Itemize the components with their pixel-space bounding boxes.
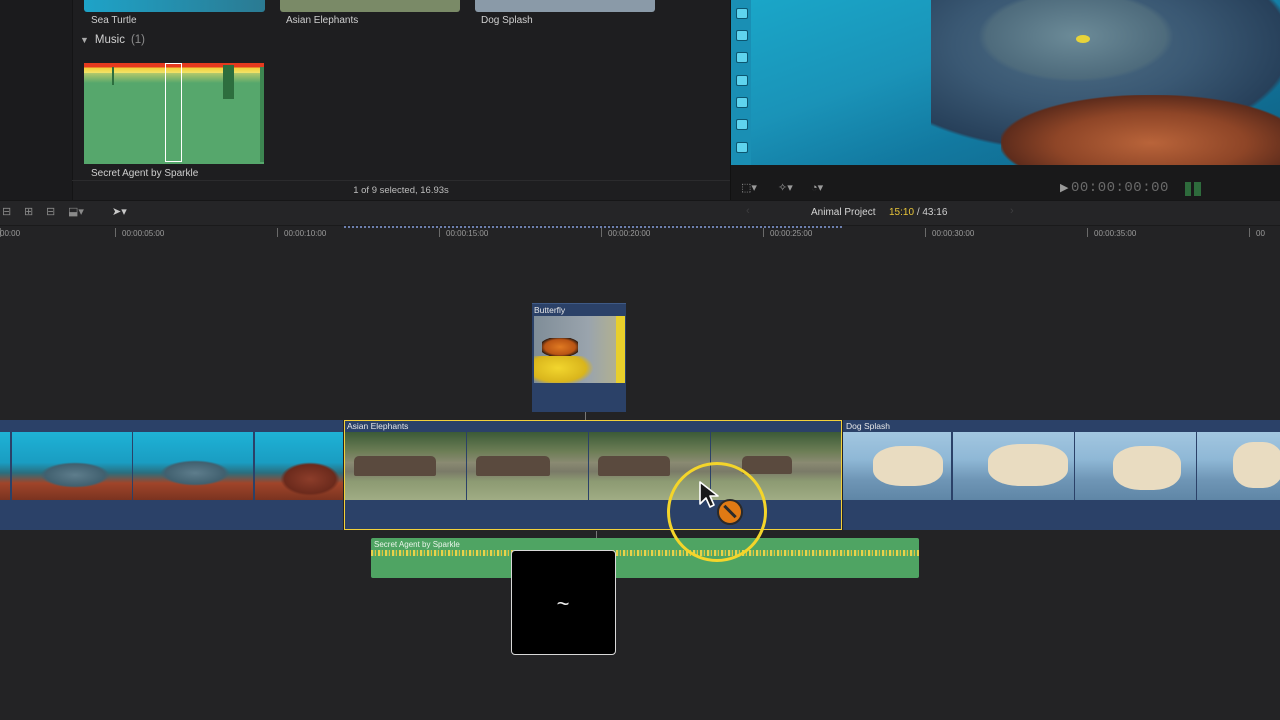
speed-icon[interactable]: ◔▾ — [811, 181, 823, 194]
turtle-head-shape — [961, 0, 1191, 90]
clip-title-butterfly: Butterfly — [534, 305, 566, 315]
ruler-tick — [277, 228, 278, 237]
waveform-spike — [112, 67, 114, 85]
music-section-count: (1) — [130, 34, 146, 46]
dog-shape — [1233, 442, 1280, 488]
ruler-tick — [601, 228, 602, 237]
music-section-label: Music — [94, 34, 125, 46]
connected-clip-butterfly[interactable]: Butterfly — [532, 303, 626, 412]
film-perforation — [736, 119, 748, 130]
drag-preview-popup: ~ — [511, 550, 616, 655]
enhance-icon[interactable]: ✧▾ — [778, 181, 793, 194]
connection-marker — [596, 531, 597, 538]
turtle-shape — [40, 462, 110, 488]
clip-frame — [0, 432, 10, 500]
ruler-label: 00:00:20:00 — [608, 229, 651, 238]
ruler-label: 00:00:35:00 — [1094, 229, 1137, 238]
audio-clip-secret-agent[interactable]: Secret Agent by Sparkle — [371, 538, 919, 578]
connection-marker — [585, 412, 586, 420]
film-perforation — [736, 8, 748, 19]
play-icon[interactable]: ▶ — [1060, 181, 1068, 194]
project-duration: 15:10 / 43:16 — [889, 207, 947, 218]
dog-shape — [988, 444, 1068, 486]
transform-icon[interactable]: ⬚▾ — [741, 181, 757, 194]
connect-clip-icon[interactable]: ⊟ — [2, 205, 11, 218]
total-time: / 43:16 — [916, 207, 948, 218]
append-clip-icon[interactable]: ⊟ — [46, 205, 55, 218]
coral-reef-shape — [1001, 95, 1280, 165]
ruler-label: 00:00:15:00 — [446, 229, 489, 238]
ruler-label: 00:00:05:00 — [122, 229, 165, 238]
ruler-label: 00:00:10:00 — [284, 229, 327, 238]
disclosure-triangle-icon[interactable]: ▼ — [80, 35, 89, 45]
viewer: ⬚▾ ✧▾ ◔▾ ▶ 00:00:00:00 — [730, 0, 1280, 200]
flowers-shape — [534, 356, 594, 383]
select-tool-icon[interactable]: ➤▾ — [112, 205, 127, 218]
waveform-spike — [223, 65, 234, 99]
primary-clip-dog-splash[interactable]: Dog Splash — [843, 420, 1280, 530]
current-time: 15:10 — [889, 207, 915, 218]
ruler-label: 00:00:25:00 — [770, 229, 813, 238]
ruler-label: 00:00 — [0, 229, 21, 238]
drag-preview-glyph: ~ — [556, 591, 570, 616]
timeline-toolbar — [0, 200, 1280, 226]
ruler-tick — [925, 228, 926, 237]
dog-shape — [1113, 446, 1181, 490]
ruler-tick — [1249, 228, 1250, 237]
waveform-spike — [260, 67, 264, 162]
viewer-filmstrip — [731, 0, 751, 165]
viewer-timecode: 00:00:00:00 — [1071, 180, 1169, 196]
clip-label-sea-turtle: Sea Turtle — [91, 15, 137, 26]
selection-range-indicator — [344, 226, 842, 230]
primary-clip-sea-turtle[interactable] — [0, 420, 343, 530]
clip-label-dog-splash: Dog Splash — [481, 15, 533, 26]
insert-clip-icon[interactable]: ⊞ — [24, 205, 33, 218]
ruler-tick — [439, 228, 440, 237]
film-perforation — [736, 52, 748, 63]
overwrite-clip-icon[interactable]: ⬓▾ — [68, 205, 84, 218]
music-section-header[interactable]: ▼ Music (1) — [80, 34, 145, 46]
clip-thumb-asian-elephants[interactable] — [280, 0, 460, 12]
audio-meter-icon — [1185, 182, 1201, 196]
music-clip-thumbnail[interactable] — [84, 63, 264, 164]
turtle-shape — [280, 462, 340, 496]
butterfly-wing-shape — [542, 338, 578, 356]
ruler-tick — [1087, 228, 1088, 237]
butterfly-thumbnail — [534, 316, 625, 383]
project-name: Animal Project — [811, 207, 876, 218]
film-perforation — [736, 30, 748, 41]
clip-title-dog-splash: Dog Splash — [846, 421, 890, 431]
turtle-shape — [160, 460, 230, 486]
ruler-tick — [115, 228, 116, 237]
clip-filmstrip — [0, 432, 343, 500]
clip-label-asian-elephants: Asian Elephants — [286, 15, 359, 26]
film-perforation — [736, 97, 748, 108]
ruler-label: 00 — [1256, 229, 1265, 238]
audio-waveform — [371, 550, 919, 556]
clip-thumb-dog-splash[interactable] — [475, 0, 655, 12]
clip-thumb-sea-turtle[interactable] — [84, 0, 265, 12]
no-entry-icon — [717, 499, 743, 525]
film-perforation — [736, 75, 748, 86]
ruler-label: 00:00:30:00 — [932, 229, 975, 238]
event-browser: Sea Turtle Asian Elephants Dog Splash ▼ M… — [0, 0, 730, 200]
ruler-tick — [763, 228, 764, 237]
viewer-controls: ⬚▾ ✧▾ ◔▾ ▶ — [731, 178, 1280, 200]
history-forward-icon[interactable]: › — [1010, 205, 1014, 217]
clip-filmstrip — [843, 432, 1280, 500]
viewer-video-frame — [751, 0, 1280, 165]
film-perforation — [736, 142, 748, 153]
library-sidebar — [0, 0, 73, 200]
skimmer-selection-box[interactable] — [165, 63, 182, 162]
dog-shape — [873, 446, 943, 486]
music-clip-label: Secret Agent by Sparkle — [91, 168, 199, 179]
clip-selection-outline — [344, 420, 842, 530]
clip-title-audio: Secret Agent by Sparkle — [374, 540, 460, 549]
fish-shape — [1076, 35, 1090, 43]
history-back-icon[interactable]: ‹ — [746, 205, 750, 217]
selection-status: 1 of 9 selected, 16.93s — [72, 180, 730, 201]
flowers-right-shape — [616, 316, 625, 383]
